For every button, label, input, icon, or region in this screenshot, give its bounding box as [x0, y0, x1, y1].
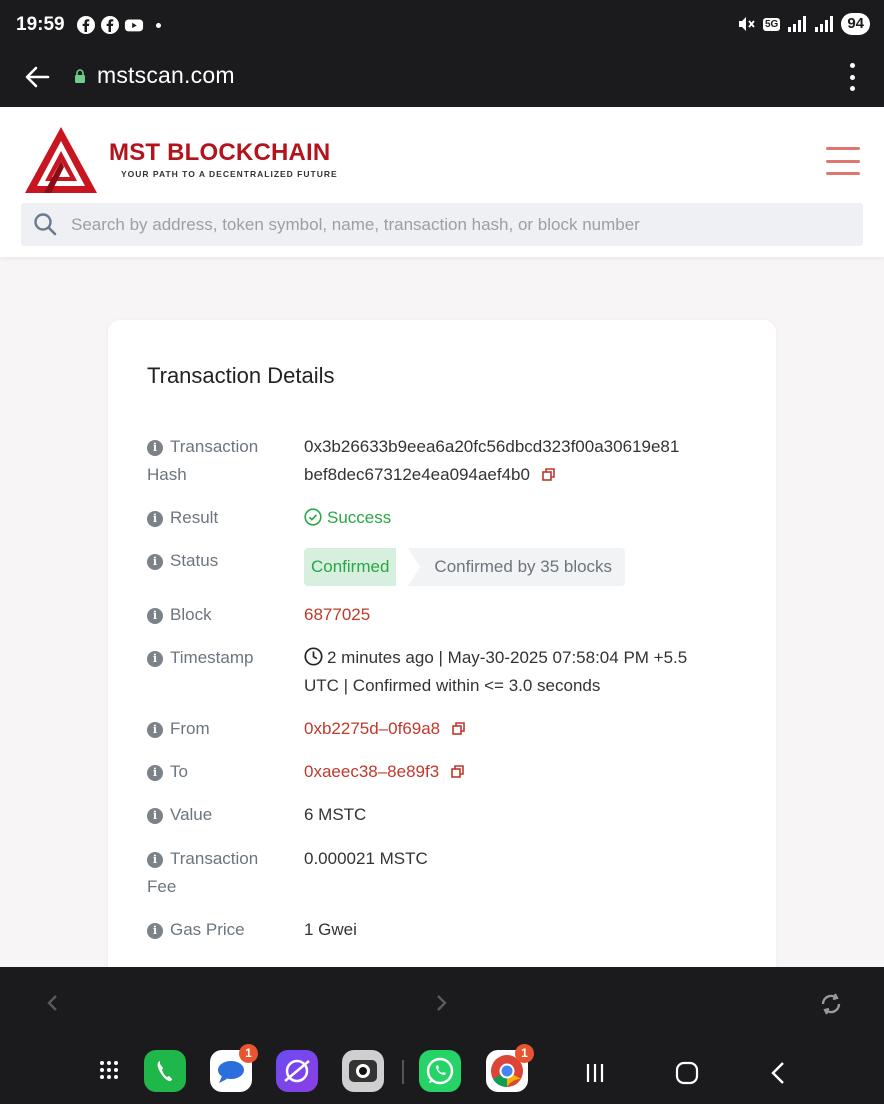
network-type-badge: 5G	[762, 17, 781, 31]
internet-icon[interactable]	[276, 1050, 318, 1092]
copy-icon[interactable]	[541, 468, 555, 481]
status-chips: Confirmed Confirmed by 35 blocks	[304, 548, 626, 586]
youtube-icon	[124, 19, 144, 32]
next-page-icon[interactable]	[432, 993, 450, 1013]
info-icon[interactable]: i	[147, 765, 163, 781]
brand-tagline: YOUR PATH TO A DECENTRALIZED FUTURE	[121, 169, 338, 179]
chrome-badge: 1	[515, 1044, 534, 1063]
messages-icon[interactable]: 1	[210, 1044, 258, 1092]
transaction-details-card: Transaction Details i Transaction Hash 0x…	[108, 320, 776, 980]
phone-icon[interactable]	[144, 1050, 186, 1092]
system-back-icon[interactable]	[766, 1060, 792, 1086]
info-icon[interactable]: i	[147, 608, 163, 624]
label-transaction-fee: i Transaction Fee	[147, 849, 259, 896]
apps-grid-icon[interactable]	[94, 1050, 136, 1092]
facebook-icon	[101, 16, 119, 34]
label-to: To	[170, 762, 188, 781]
info-icon[interactable]: i	[147, 651, 163, 667]
check-circle-icon	[304, 508, 322, 526]
camera-icon[interactable]	[342, 1050, 384, 1092]
info-icon[interactable]: i	[147, 554, 163, 570]
url-address[interactable]: mstscan.com	[97, 62, 235, 89]
brand-name[interactable]: MST BLOCKCHAIN	[109, 139, 330, 167]
chrome-icon[interactable]: 1	[486, 1044, 534, 1092]
whatsapp-icon[interactable]	[419, 1050, 461, 1092]
label-status: Status	[170, 551, 219, 570]
site-header: MST BLOCKCHAIN YOUR PATH TO A DECENTRALI…	[0, 107, 884, 257]
refresh-icon[interactable]	[818, 991, 844, 1017]
transaction-hash-value: 0x3b26633b9eea6a20fc56dbcd323f00a30619e8…	[304, 437, 680, 484]
status-badge-confirmations: Confirmed by 35 blocks	[408, 548, 626, 586]
label-value: Value	[170, 805, 213, 824]
value-amount: 6 MSTC	[304, 805, 367, 824]
info-icon[interactable]: i	[147, 511, 163, 527]
label-gas-price: Gas Price	[170, 920, 245, 939]
mute-icon	[738, 17, 755, 31]
status-indicators: 5G 94	[736, 13, 870, 35]
back-arrow-icon[interactable]	[22, 62, 52, 92]
label-from: From	[170, 719, 210, 738]
transaction-fee-value: 0.000021 MSTC	[304, 849, 428, 868]
info-icon[interactable]: i	[147, 722, 163, 738]
dock-divider	[402, 1060, 404, 1084]
battery-indicator: 94	[841, 13, 870, 35]
copy-icon[interactable]	[452, 722, 465, 735]
hamburger-menu-icon[interactable]	[826, 147, 860, 175]
gas-price-value: 1 Gwei	[304, 920, 357, 939]
status-time: 19:59	[16, 14, 65, 35]
to-address-link[interactable]: 0xaeec38–8e89f3	[304, 762, 439, 781]
previous-page-icon[interactable]	[44, 993, 62, 1013]
status-notification-icons	[76, 15, 161, 35]
label-timestamp: Timestamp	[170, 648, 254, 667]
signal-icon	[815, 16, 834, 32]
status-bar: 19:59 5G 94	[0, 0, 884, 52]
copy-icon[interactable]	[451, 765, 464, 778]
system-dock: 1 1	[0, 1040, 884, 1104]
status-dot	[156, 22, 161, 28]
from-address-link[interactable]: 0xb2275d–0f69a8	[304, 719, 440, 738]
search-icon	[34, 213, 57, 236]
result-value: Success	[304, 504, 744, 532]
info-icon[interactable]: i	[147, 852, 163, 868]
page-title: Transaction Details	[147, 363, 335, 388]
lock-icon	[75, 69, 85, 83]
signal-icon	[788, 16, 807, 32]
block-number-link[interactable]: 6877025	[304, 601, 744, 629]
search-input[interactable]	[71, 203, 851, 246]
messages-badge: 1	[239, 1044, 258, 1063]
label-block: Block	[170, 605, 212, 624]
search-bar[interactable]	[21, 203, 863, 246]
info-icon[interactable]: i	[147, 808, 163, 824]
browser-menu-icon[interactable]	[848, 63, 856, 91]
label-result: Result	[170, 508, 219, 527]
status-badge-confirmed: Confirmed	[304, 548, 397, 586]
browser-toolbar: mstscan.com	[0, 52, 884, 107]
home-icon[interactable]	[674, 1060, 700, 1086]
facebook-icon	[77, 16, 95, 34]
mst-logo-icon[interactable]	[24, 125, 98, 195]
clock-icon	[304, 647, 323, 666]
info-icon[interactable]: i	[147, 923, 163, 939]
recent-apps-icon[interactable]	[582, 1060, 608, 1086]
info-icon[interactable]: i	[147, 440, 163, 456]
browser-bottom-bar	[0, 967, 884, 1040]
timestamp-value: 2 minutes ago | May-30-2025 07:58:04 PM …	[304, 647, 688, 695]
label-transaction-hash: i Transaction Hash	[147, 437, 259, 484]
